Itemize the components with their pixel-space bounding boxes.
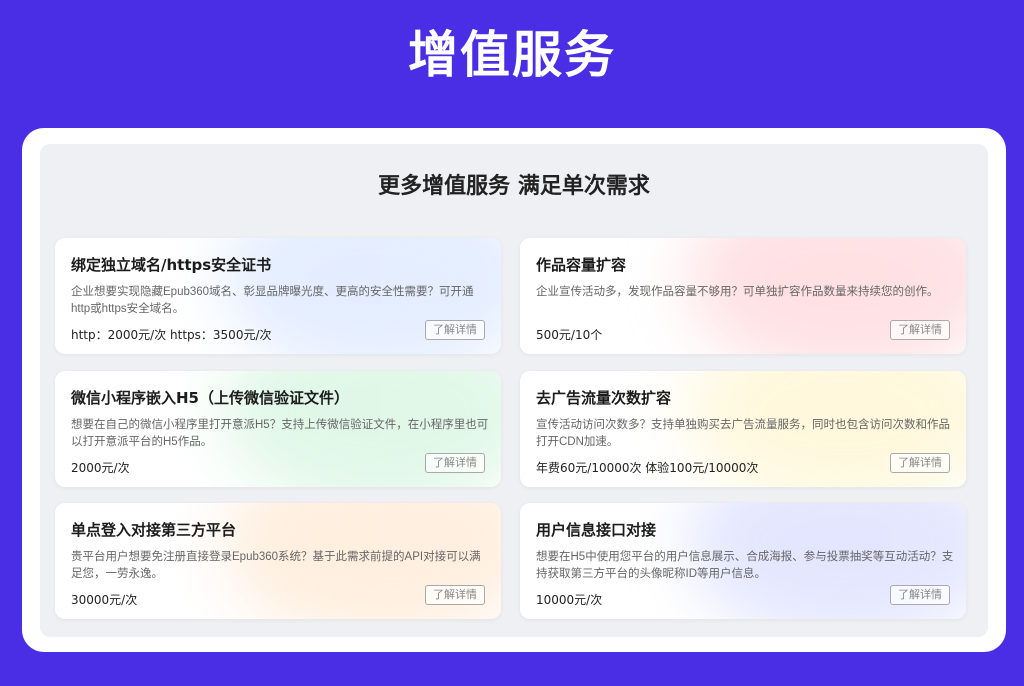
learn-more-button[interactable]: 了解详情	[425, 320, 485, 340]
card-description: 宣传活动访问次数多？支持单独购买去广告流量服务，同时也包含访问次数和作品打开CD…	[536, 419, 950, 448]
card-title: 用户信息接口对接	[536, 521, 657, 539]
card-price: 30000元/次	[71, 593, 138, 607]
page-title: 增值服务	[408, 26, 616, 84]
card-title: 单点登入对接第三方平台	[71, 521, 237, 539]
service-card-traffic: 去广告流量次数扩容 宣传活动访问次数多？支持单独购买去广告流量服务，同时也包含访…	[520, 371, 966, 487]
learn-more-button[interactable]: 了解详情	[890, 320, 950, 340]
card-description: 想要在H5中使用您平台的用户信息展示、合成海报、参与投票抽奖等互动活动？支持获取…	[536, 551, 954, 580]
learn-more-button[interactable]: 了解详情	[890, 453, 950, 473]
service-card-miniprogram: 微信小程序嵌入H5（上传微信验证文件） 想要在自己的微信小程序里打开意派H5？支…	[55, 371, 501, 487]
card-title: 微信小程序嵌入H5（上传微信验证文件）	[71, 389, 349, 407]
card-description: 想要在自己的微信小程序里打开意派H5？支持上传微信验证文件，在小程序里也可以打开…	[71, 419, 489, 448]
card-price: http：2000元/次 https：3500元/次	[71, 328, 272, 342]
services-inner-panel: 更多增值服务 满足单次需求 绑定独立域名/https安全证书 企业想要实现隐藏E…	[40, 144, 988, 637]
card-price: 2000元/次	[71, 461, 130, 475]
card-price: 年费60元/10000次 体验100元/10000次	[536, 461, 759, 475]
card-description: 企业想要实现隐藏Epub360域名、彰显品牌曝光度、更高的安全性需要？可开通ht…	[71, 286, 474, 315]
card-description: 贵平台用户想要免注册直接登录Epub360系统？基于此需求前提的API对接可以满…	[71, 551, 481, 580]
card-title: 绑定独立域名/https安全证书	[71, 256, 272, 274]
learn-more-button[interactable]: 了解详情	[425, 453, 485, 473]
service-card-domain: 绑定独立域名/https安全证书 企业想要实现隐藏Epub360域名、彰显品牌曝…	[55, 238, 501, 354]
section-title: 更多增值服务 满足单次需求	[378, 174, 650, 199]
learn-more-button[interactable]: 了解详情	[890, 585, 950, 605]
card-title: 作品容量扩容	[536, 256, 627, 274]
learn-more-button[interactable]: 了解详情	[425, 585, 485, 605]
services-panel: 更多增值服务 满足单次需求 绑定独立域名/https安全证书 企业想要实现隐藏E…	[22, 128, 1006, 652]
service-card-userinfo: 用户信息接口对接 想要在H5中使用您平台的用户信息展示、合成海报、参与投票抽奖等…	[520, 503, 966, 619]
service-card-sso: 单点登入对接第三方平台 贵平台用户想要免注册直接登录Epub360系统？基于此需…	[55, 503, 501, 619]
service-card-capacity: 作品容量扩容 企业宣传活动多，发现作品容量不够用？可单独扩容作品数量来持续您的创…	[520, 238, 966, 354]
card-title: 去广告流量次数扩容	[536, 389, 672, 407]
card-price: 500元/10个	[536, 328, 603, 342]
card-description: 企业宣传活动多，发现作品容量不够用？可单独扩容作品数量来持续您的创作。	[536, 286, 939, 298]
card-price: 10000元/次	[536, 593, 603, 607]
